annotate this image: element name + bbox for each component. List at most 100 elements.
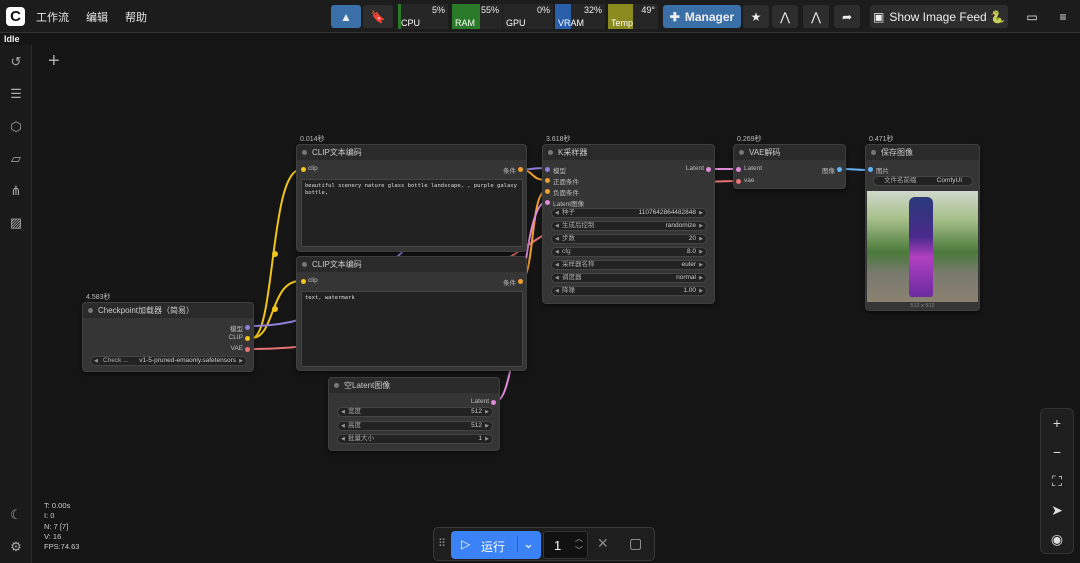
save-title: 保存图像 [866,145,979,160]
arrow-left-icon[interactable]: ◀ [94,357,98,365]
stop-square-icon[interactable]: ▢ [629,535,642,552]
vae-decode-node[interactable]: VAE解码 Latent vae 图像 [733,144,846,189]
denoise-widget[interactable]: ◀ 降噪 1.00 ▶ [551,286,707,296]
filename-prefix-widget[interactable]: 文件名前缀 ComfyUI [873,176,973,186]
filename-prefix-label: 文件名前缀 [884,177,917,184]
sampler-name-widget[interactable]: ◀ 采样器名称 euler ▶ [551,260,707,270]
width-value: 512 [471,408,482,415]
stat-fps: FPS:74.63 [44,542,80,552]
scheduler-value: normal [676,274,696,281]
ckpt-time: 4.583秒 [86,294,111,301]
image-size-label: 512 x 512 [910,303,935,309]
ckpt-title: Checkpoint加载器（简易） [83,303,253,318]
negative-prompt-textarea[interactable]: text, watermark [301,291,523,367]
clip1-cond-output[interactable] [518,167,523,172]
ks-model-input[interactable] [545,167,550,172]
seed-value: 1107642864482848 [638,209,696,216]
ckpt-name-widget[interactable]: ◀ Check ... v1-5-pruned-emaonly.safetens… [90,356,247,366]
save-image-node[interactable]: 保存图像 图片 文件名前缀 ComfyUI 512 x 512 [865,144,980,311]
cfg-value: 8.0 [686,248,696,255]
seed-widget[interactable]: ◀ 种子 1107642864482848 ▶ [551,208,707,218]
save-image-label: 图片 [876,168,889,175]
filename-prefix-value: ComfyUI [936,177,962,184]
clip-text-encode-node-2[interactable]: CLIP文本编码 clip 条件 text, watermark [296,256,527,371]
empty-latent-node[interactable]: 空Latent图像 Latent ◀ 宽度 512 ▶ ◀ 高度 512 ▶ ◀ 批量大小 1 ▶ [328,377,500,451]
clip-text-encode-node-1[interactable]: CLIP文本编码 clip 条件 beautiful scenery natur… [296,144,527,252]
run-button[interactable]: ▷ 运行 ⌄ [451,531,541,559]
sampler-name-label: 采样器名称 [562,261,595,268]
seed-label: 种子 [562,209,575,216]
ckpt-model-output[interactable] [245,325,250,330]
latent-out-label: Latent [470,398,489,405]
batch-count-value: 1 [554,538,562,553]
positive-prompt-textarea[interactable]: beautiful scenery nature glass bottle la… [301,179,523,247]
height-widget[interactable]: ◀ 高度 512 ▶ [337,421,493,431]
batch-count-stepper[interactable]: 1 ︿ ﹀ [543,531,588,559]
canvas-stats: T: 0.00s I: 0 N: 7 [7] V: 16 FPS:74.63 [44,501,79,552]
ks-out-label: Latent [685,165,704,172]
chevron-down-icon[interactable]: ⌄ [517,536,534,552]
width-widget[interactable]: ◀ 宽度 512 ▶ [337,407,493,417]
select-mode-icon[interactable]: ➤ [1041,496,1073,525]
ckpt-clip-label: CLIP [228,334,243,341]
decrement-icon[interactable]: ﹀ [575,545,583,556]
clip2-title: CLIP文本编码 [297,257,526,272]
vae-title: VAE解码 [734,145,845,160]
vae-out-label: 图像 [822,168,835,175]
stat-v: V: 16 [44,531,62,541]
vae-vae-label: vae [744,177,755,184]
checkpoint-loader-node[interactable]: Checkpoint加载器（简易） 模型 CLIP VAE ◀ Check ..… [82,302,254,372]
batch-size-value: 1 [478,435,482,442]
sampler-name-value: euler [681,261,696,268]
control-after-value: randomize [665,222,696,229]
ckpt-vae-output[interactable] [245,347,250,352]
zoom-in-icon[interactable]: + [1041,409,1073,438]
save-image-input[interactable] [868,167,873,172]
height-value: 512 [471,422,482,429]
generated-image-preview[interactable] [867,191,978,302]
drag-handle-icon[interactable]: ⠿ [438,537,446,550]
control-after-widget[interactable]: ◀ 生成后控制 randomize ▶ [551,221,707,231]
clip1-cond-label: 条件 [503,168,516,175]
cfg-widget[interactable]: ◀ cfg 8.0 ▶ [551,247,707,257]
latent-title: 空Latent图像 [329,378,499,393]
ckpt-widget-value: v1-5-pruned-emaonly.safetensors [139,357,236,364]
fit-view-icon[interactable]: ⛶ [1041,467,1073,496]
height-label: 高度 [348,422,361,429]
ksampler-title: K采样器 [543,145,714,160]
ksampler-node[interactable]: K采样器 模型 正面条件 负面条件 Latent图像 Latent ◀ 种子 110… [542,144,715,304]
clip2-clip-label: clip [308,277,318,284]
ks-latent-label: Latent图像 [553,201,585,208]
ks-negative-label: 负面条件 [553,190,579,197]
ckpt-widget-label: Check ... [103,357,129,364]
latent-output[interactable] [491,400,496,405]
vae-latent-input[interactable] [736,167,741,172]
ks-latent-input[interactable] [545,200,550,205]
ckpt-vae-label: VAE [230,345,243,352]
clip2-clip-input[interactable] [301,279,306,284]
bottle-image [909,197,933,297]
vae-vae-input[interactable] [736,179,741,184]
clip2-cond-output[interactable] [518,279,523,284]
save-time: 0.471秒 [869,136,894,143]
clip1-clip-input[interactable] [301,167,306,172]
ckpt-clip-output[interactable] [245,336,250,341]
arrow-right-icon[interactable]: ▶ [239,357,243,365]
stat-nodes: N: 7 [7] [44,521,69,531]
ks-latent-output[interactable] [706,167,711,172]
canvas-zoom-controls: + − ⛶ ➤ ◉ [1040,408,1074,554]
steps-widget[interactable]: ◀ 步数 20 ▶ [551,234,707,244]
vae-latent-label: Latent [744,165,763,172]
zoom-out-icon[interactable]: − [1041,438,1073,467]
increment-icon[interactable]: ︿ [575,533,583,544]
ks-negative-input[interactable] [545,189,550,194]
run-label: 运行 [481,540,506,554]
steps-value: 20 [688,235,696,242]
toggle-links-eye-icon[interactable]: ◉ [1041,525,1073,554]
scheduler-widget[interactable]: ◀ 调度器 normal ▶ [551,273,707,283]
cancel-x-icon[interactable]: ✕ [597,535,609,552]
play-icon: ▷ [461,537,471,551]
batch-size-widget[interactable]: ◀ 批量大小 1 ▶ [337,434,493,444]
ks-positive-input[interactable] [545,178,550,183]
vae-image-output[interactable] [837,167,842,172]
